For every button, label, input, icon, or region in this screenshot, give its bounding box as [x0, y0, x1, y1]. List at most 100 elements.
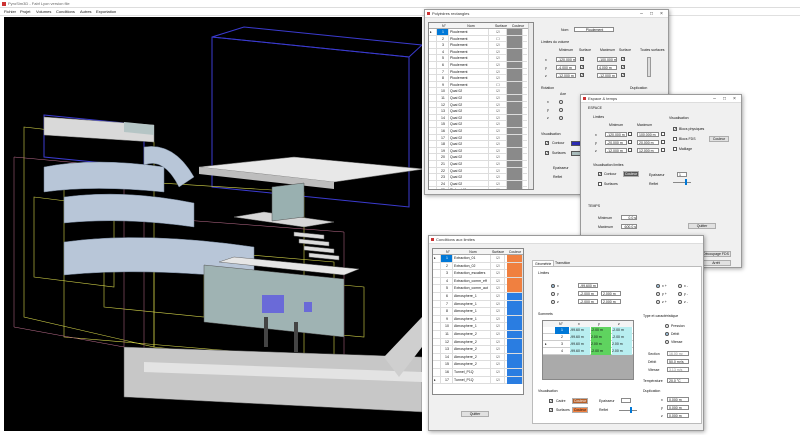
surfaces-checkbox[interactable]: ✓ — [549, 408, 553, 412]
row-color-swatch[interactable] — [507, 29, 523, 35]
table-row[interactable]: 22 Quai 02 ☑ — [429, 167, 527, 175]
vitesse-radio[interactable] — [665, 340, 669, 344]
volumes-table[interactable]: N° Nom Surface Couleur ▸ 1 Ploulement ☑ 2 Plo… — [428, 22, 534, 190]
row-color-swatch[interactable] — [507, 147, 523, 154]
x-min-input[interactable]: -120.000 m — [605, 132, 627, 137]
y-max-input[interactable]: 2.000 m — [601, 291, 621, 296]
z-max-input[interactable]: 12.000 m — [637, 148, 659, 153]
z-minus-radio[interactable] — [678, 300, 682, 304]
row-color-swatch[interactable] — [507, 108, 523, 115]
table-row[interactable]: 23 Quai 02 ☑ — [429, 174, 527, 181]
row-surface-checkbox[interactable]: ☑ — [489, 121, 507, 128]
y-max-surface-checkbox[interactable]: ✓ — [621, 65, 625, 69]
row-color-swatch[interactable] — [507, 255, 523, 262]
table-row[interactable]: 17 Quai 02 ☑ — [429, 134, 527, 142]
temps-max-input[interactable]: 600.0 s — [621, 224, 637, 229]
row-color-swatch[interactable] — [507, 315, 523, 323]
table-row[interactable]: 7 Ploulement ☑ — [429, 68, 527, 76]
x-min-input[interactable]: -99.600 m — [578, 283, 598, 288]
y-min-input[interactable]: -20.000 m — [605, 140, 627, 145]
row-surface-checkbox[interactable]: ☑ — [489, 114, 507, 121]
table-row[interactable]: 24 Quai 02 ☑ — [429, 180, 527, 188]
row-surface-checkbox[interactable]: ☑ — [489, 174, 507, 181]
table-row[interactable]: 16 Tunnel_P1Q ☑ — [433, 369, 523, 377]
table-row[interactable]: ▸ 17 Tunnel_P1Q ☑ — [433, 376, 523, 385]
reflet-slider[interactable] — [619, 410, 637, 411]
table-row[interactable]: 4 Extraction_comm_eff ☑ — [433, 277, 523, 286]
z-max-surface-checkbox[interactable]: ✓ — [621, 73, 625, 77]
row-color-swatch[interactable] — [507, 285, 523, 293]
row-surface-checkbox[interactable]: ☑ — [489, 29, 507, 35]
table-row[interactable]: 14 Quai 02 ☑ — [429, 114, 527, 122]
table-row[interactable]: 10 Quai 02 ☑ — [429, 88, 527, 95]
row-surface-checkbox[interactable]: ☑ — [491, 277, 505, 285]
row-color-swatch[interactable] — [507, 376, 523, 384]
maximize-icon[interactable]: □ — [720, 96, 729, 102]
z-max-checkbox[interactable] — [661, 148, 665, 152]
row-color-swatch[interactable] — [507, 75, 523, 82]
row-color-swatch[interactable] — [507, 81, 523, 88]
y-min-input[interactable]: -4.000 m — [556, 65, 576, 70]
reflet-slider-thumb[interactable] — [685, 179, 687, 185]
row-surface-checkbox[interactable]: ☑ — [491, 270, 505, 278]
table-row[interactable]: 11 Atmosphere_2 ☑ — [433, 331, 523, 339]
y-min-input[interactable]: -2.000 m — [578, 291, 598, 296]
quitter-button[interactable]: Quitter — [688, 223, 716, 229]
row-color-swatch[interactable] — [507, 300, 523, 308]
row-color-swatch[interactable] — [507, 369, 523, 376]
y-max-input[interactable]: 20.000 m — [637, 140, 659, 145]
sommets-table[interactable]: N° x y z 1 -99.60 m -2.00 m -2.00 m 2 -99.60 … — [542, 320, 634, 380]
x-max-checkbox[interactable] — [661, 132, 665, 136]
y-min-checkbox[interactable] — [628, 140, 632, 144]
row-surface-checkbox[interactable]: ☑ — [491, 308, 505, 316]
row-surface-checkbox[interactable]: ☑ — [489, 187, 507, 189]
row-surface-checkbox[interactable]: ☑ — [491, 285, 505, 293]
temperature-input[interactable]: 20.0 °C — [667, 378, 689, 383]
cadre-checkbox[interactable]: ✓ — [549, 399, 553, 403]
rot-x-radio[interactable] — [559, 100, 563, 104]
surfaces-checkbox[interactable]: ✓ — [545, 151, 549, 155]
z-max-input[interactable]: 2.000 m — [601, 299, 621, 304]
row-color-swatch[interactable] — [507, 48, 523, 55]
x-plus-radio[interactable] — [656, 284, 660, 288]
debit-input[interactable]: 50.0 m³/s — [667, 359, 689, 364]
table-row[interactable]: 19 Quai 02 ☑ — [429, 147, 527, 155]
row-color-swatch[interactable] — [507, 68, 523, 75]
table-row[interactable]: 18 Quai 02 ☑ — [429, 141, 527, 148]
x-min-checkbox[interactable] — [628, 132, 632, 136]
menu-conditions[interactable]: Conditions — [56, 8, 75, 16]
row-surface-checkbox[interactable]: ☑ — [489, 48, 507, 55]
row-surface-checkbox[interactable]: ☑ — [489, 62, 507, 68]
row-surface-checkbox[interactable]: ☑ — [489, 42, 507, 49]
row-surface-checkbox[interactable]: ☑ — [491, 300, 505, 308]
table-row[interactable]: 21 Quai 02 ☑ — [429, 161, 527, 168]
volumes-scrollbar[interactable] — [528, 23, 533, 189]
table-row[interactable]: 12 Atmosphere_2 ☑ — [433, 338, 523, 347]
table-row[interactable]: 2 Extraction_02 ☑ — [433, 262, 523, 271]
table-row[interactable]: 10 Atmosphere_1 ☑ — [433, 323, 523, 331]
dup-z-input[interactable]: 0.000 m — [667, 413, 689, 418]
row-color-swatch[interactable] — [507, 161, 523, 167]
toutes-surfaces-toggle[interactable] — [647, 57, 651, 77]
table-row[interactable]: 11 Quai 02 ☑ — [429, 95, 527, 102]
maximize-icon[interactable]: □ — [647, 11, 656, 17]
menu-projet[interactable]: Projet — [20, 8, 30, 16]
maillage-checkbox[interactable] — [673, 147, 677, 151]
table-row[interactable]: 4 Ploulement ☑ — [429, 48, 527, 56]
row-surface-checkbox[interactable]: ☑ — [489, 134, 507, 141]
table-row[interactable]: 8 Ploulement ☑ — [429, 75, 527, 82]
row-color-swatch[interactable] — [507, 88, 523, 95]
row-color-swatch[interactable] — [507, 128, 523, 134]
temps-min-input[interactable]: 0.0 s — [621, 215, 637, 220]
row-color-swatch[interactable] — [507, 180, 523, 187]
row-surface-checkbox[interactable]: ☑ — [491, 369, 505, 376]
row-color-swatch[interactable] — [507, 101, 523, 108]
row-color-swatch[interactable] — [507, 270, 523, 278]
row-color-swatch[interactable] — [507, 331, 523, 338]
table-row[interactable]: 15 Atmosphere_2 ☑ — [433, 361, 523, 369]
row-surface-checkbox[interactable]: ☑ — [491, 323, 505, 331]
menu-fichier[interactable]: Fichier — [4, 8, 16, 16]
conditions-titlebar[interactable]: Conditions aux limites — [429, 236, 703, 244]
rot-z-radio[interactable] — [559, 116, 563, 120]
row-surface-checkbox[interactable]: ☑ — [489, 88, 507, 95]
